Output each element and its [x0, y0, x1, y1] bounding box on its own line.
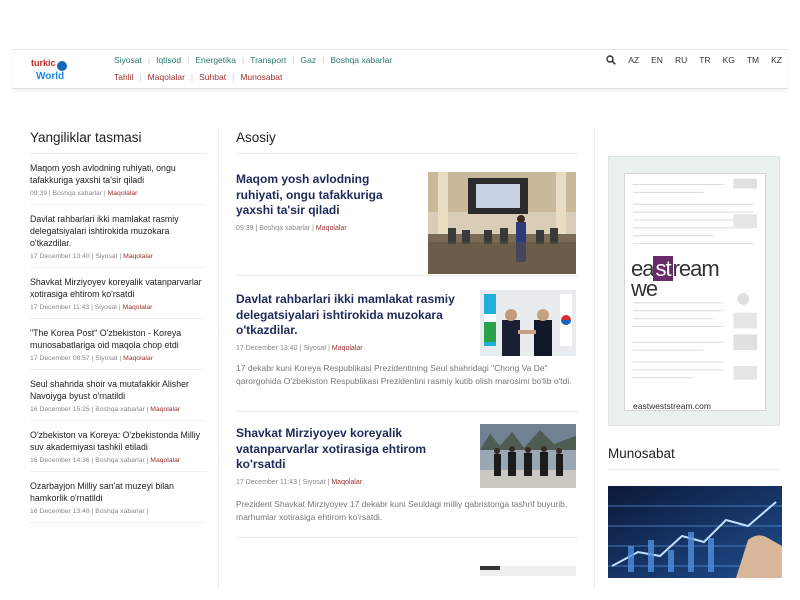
article-meta: 17 December 11:43 | Siyosat | Maqolalar [236, 478, 363, 486]
news-feed: Yangiliklar tasmasi Maqom yosh avlodning… [30, 130, 206, 523]
article-card[interactable]: Davlat rahbarlari ikki mamlakat rasmiy d… [236, 276, 578, 412]
article-meta: 17 December 13:40 | Siyosat | Maqolalar [236, 344, 363, 352]
article-card[interactable]: Maqom yosh avlodning ruhiyati, ongu tafa… [236, 154, 578, 276]
column-divider [594, 128, 595, 588]
nav-item-tahlil[interactable]: Tahlil [108, 72, 139, 82]
article-image-concert-hall[interactable] [428, 172, 576, 274]
article-title[interactable]: Davlat rahbarlari ikki mamlakat rasmiy d… [236, 292, 472, 339]
article-image-leaders-handshake[interactable] [480, 290, 576, 356]
eastweststream-advertisement[interactable]: eastream we eastweststream.com [608, 156, 780, 426]
svg-text:turkic: turkic [31, 58, 56, 68]
nav-item-siyosat[interactable]: Siyosat [108, 55, 148, 65]
main-section-title: Asosiy [236, 130, 578, 154]
language-tr[interactable]: TR [699, 55, 710, 65]
news-feed-item-meta: 16 December 14:36 | Boshqa xabarlar | Ma… [30, 457, 181, 464]
primary-nav: Siyosat | Iqtisod | Energetika | Transport | Gaz… [108, 55, 398, 65]
language-tm[interactable]: TM [747, 55, 759, 65]
article-title[interactable]: Shavkat Mirziyoyev koreyalik vatanparvar… [236, 426, 472, 473]
search-icon[interactable] [606, 55, 617, 65]
language-en[interactable]: EN [651, 55, 663, 65]
news-feed-title: Yangiliklar tasmasi [30, 130, 206, 154]
news-feed-item-meta: 16 December 15:25 | Boshqa xabarlar | Ma… [30, 406, 181, 413]
language-kg[interactable]: KG [723, 55, 735, 65]
news-feed-item[interactable]: Seul shahrida shoir va mutafakkir Alishe… [30, 370, 206, 421]
news-feed-item-title[interactable]: Seul shahrida shoir va mutafakkir Alishe… [30, 378, 206, 402]
nav-item-energetika[interactable]: Energetika [189, 55, 242, 65]
nav-item-boshqa-xabarlar[interactable]: Boshqa xabarlar [324, 55, 398, 65]
article-image-memorial-visit[interactable] [480, 424, 576, 488]
eastweststream-logo: eastream we [631, 256, 720, 301]
top-navigation-bar: turkic World Siyosat | Iqtisod | Energetika |… [12, 49, 788, 89]
news-feed-item-meta: 17 December 13:40 | Siyosat | Maqolalar [30, 253, 153, 260]
news-feed-item-title[interactable]: "The Korea Post" O'zbekiston - Koreya mu… [30, 327, 206, 351]
article-image-partial [480, 566, 576, 576]
turkic-world-logo[interactable]: turkic World [30, 56, 78, 82]
munosabat-image-finance[interactable] [608, 486, 782, 578]
news-feed-item-title[interactable]: Davlat rahbarlari ikki mamlakat rasmiy d… [30, 213, 206, 249]
news-feed-item-title[interactable]: Maqom yosh avlodning ruhiyati, ongu tafa… [30, 162, 206, 186]
nav-item-suhbat[interactable]: Suhbat [193, 72, 232, 82]
news-feed-item[interactable]: Shavkat Mirziyoyev koreyalik vatanparvar… [30, 268, 206, 319]
news-feed-item-meta: 17 December 11:43 | Siyosat | Maqolalar [30, 304, 153, 311]
main-articles: Asosiy Maqom yosh avlodning ruhiyati, on… [236, 130, 578, 576]
nav-item-munosabat[interactable]: Munosabat [234, 72, 288, 82]
article-excerpt: Prezident Shavkat Mirziyoyev 17 dekabr k… [236, 499, 568, 522]
news-feed-item[interactable]: Maqom yosh avlodning ruhiyati, ongu tafa… [30, 154, 206, 205]
news-feed-item-meta: 17 December 08:57 | Siyosat | Maqolalar [30, 355, 153, 362]
nav-item-maqolalar[interactable]: Maqolalar [142, 72, 191, 82]
news-feed-item-title[interactable]: Shavkat Mirziyoyev koreyalik vatanparvar… [30, 276, 206, 300]
news-feed-item-title[interactable]: Ozarbayjon Milliy san'at muzeyi bilan ha… [30, 480, 206, 504]
secondary-nav: Tahlil | Maqolalar | Suhbat | Munosabat [108, 72, 288, 82]
news-feed-item[interactable]: "The Korea Post" O'zbekiston - Koreya mu… [30, 319, 206, 370]
column-divider [218, 128, 219, 588]
svg-text:World: World [36, 71, 64, 82]
news-feed-item-title[interactable]: O'zbekiston va Koreya: O'zbekistonda Mil… [30, 429, 206, 453]
news-feed-item-meta: 09:39 | Boshqa xabarlar | Maqolalar [30, 190, 138, 197]
news-feed-item[interactable]: O'zbekiston va Koreya: O'zbekistonda Mil… [30, 421, 206, 472]
right-sidebar: eastream we eastweststream.com Munosabat [608, 156, 782, 583]
language-switcher: AZ EN RU TR KG TM KZ [606, 55, 782, 65]
language-ru[interactable]: RU [675, 55, 687, 65]
language-az[interactable]: AZ [628, 55, 639, 65]
nav-item-iqtisod[interactable]: Iqtisod [150, 55, 187, 65]
article-meta: 09:39 | Boshqa xabarlar | Maqolalar [236, 224, 347, 232]
news-feed-item-meta: 16 December 13:48 | Boshqa xabarlar | [30, 508, 149, 515]
article-card[interactable]: Shavkat Mirziyoyev koreyalik vatanparvar… [236, 412, 578, 538]
news-feed-item[interactable]: Davlat rahbarlari ikki mamlakat rasmiy d… [30, 205, 206, 268]
munosabat-title: Munosabat [608, 446, 780, 470]
article-excerpt: 17 dekabr kuni Koreya Respublikasi Prezi… [236, 363, 572, 386]
nav-item-transport[interactable]: Transport [244, 55, 292, 65]
news-feed-item[interactable]: Ozarbayjon Milliy san'at muzeyi bilan ha… [30, 472, 206, 523]
article-title[interactable]: Maqom yosh avlodning ruhiyati, ongu tafa… [236, 172, 406, 219]
language-kz[interactable]: KZ [771, 55, 782, 65]
nav-item-gaz[interactable]: Gaz [295, 55, 323, 65]
ad-url[interactable]: eastweststream.com [633, 401, 711, 411]
